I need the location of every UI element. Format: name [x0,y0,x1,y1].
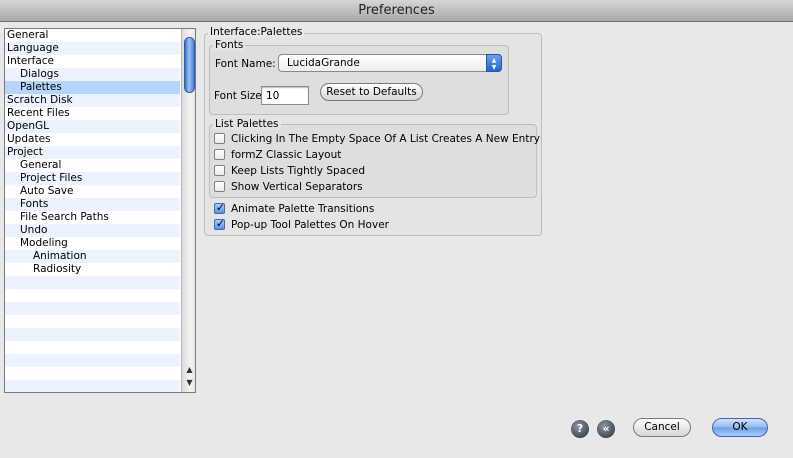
font-size-field[interactable] [261,86,309,105]
reset-to-defaults-button[interactable]: Reset to Defaults [320,83,423,101]
panel-title: Interface:Palettes [208,26,305,38]
sidebar-item[interactable]: OpenGL [5,120,180,133]
checkbox-vertical-separators-label: Show Vertical Separators [231,181,363,193]
checkbox-animate-transitions-label: Animate Palette Transitions [231,203,375,215]
help-icon[interactable]: ? [571,420,589,438]
font-size-label: Font Size [214,90,262,102]
checkbox-new-entry-label: Clicking In The Empty Space Of A List Cr… [231,133,540,145]
ok-button[interactable]: OK [712,418,768,437]
sidebar-item[interactable]: Radiosity [5,263,180,276]
rewind-icon[interactable]: « [597,420,615,438]
list-palettes-group-title: List Palettes [213,118,281,130]
sidebar-item[interactable]: Undo [5,224,180,237]
scrollbar-thumb[interactable] [184,37,195,93]
window-title: Preferences [0,0,793,22]
checkbox-tightly-spaced[interactable] [214,165,225,176]
checkbox-new-entry[interactable] [214,133,225,144]
sidebar-item[interactable]: File Search Paths [5,211,180,224]
checkbox-popup-palettes-label: Pop-up Tool Palettes On Hover [231,219,389,231]
checkbox-tightly-spaced-label: Keep Lists Tightly Spaced [231,165,366,177]
checkbox-vertical-separators[interactable] [214,181,225,192]
sidebar-item[interactable]: Animation [5,250,180,263]
sidebar-item[interactable]: Project [5,146,180,159]
sidebar-item[interactable]: Recent Files [5,107,180,120]
scroll-up-arrow-icon[interactable]: ▲ [182,363,195,376]
category-list-box: General Language Interface Dialogs Palettes S… [4,28,196,393]
sidebar-item[interactable]: Dialogs [5,68,180,81]
sidebar-item[interactable]: General [5,29,180,42]
font-name-label: Font Name: [215,58,276,70]
font-name-select[interactable]: LucidaGrande ▲ ▼ [278,54,502,72]
checkmark-icon: ✓ [215,201,226,214]
updown-arrows-icon: ▲ ▼ [486,54,502,72]
checkbox-classic-layout[interactable] [214,149,225,160]
checkbox-popup-palettes[interactable]: ✓ [214,217,226,230]
scroll-down-arrow-icon[interactable]: ▼ [182,376,195,389]
sidebar-item[interactable]: Language [5,42,180,55]
sidebar-item[interactable]: General [5,159,180,172]
category-list[interactable]: General Language Interface Dialogs Palettes S… [5,29,180,392]
sidebar-item[interactable]: Auto Save [5,185,180,198]
checkmark-icon: ✓ [215,217,226,230]
preferences-content: General Language Interface Dialogs Palettes S… [0,22,793,458]
checkbox-classic-layout-label: formZ Classic Layout [231,149,342,161]
sidebar-item[interactable]: Updates [5,133,180,146]
fonts-group-title: Fonts [213,39,246,51]
checkbox-animate-transitions[interactable]: ✓ [214,201,226,214]
sidebar-item[interactable]: Project Files [5,172,180,185]
sidebar-item[interactable]: Scratch Disk [5,94,180,107]
font-name-value: LucidaGrande [287,57,360,69]
sidebar-item[interactable]: Interface [5,55,180,68]
sidebar-item[interactable]: Modeling [5,237,180,250]
cancel-button[interactable]: Cancel [633,418,691,437]
sidebar-item[interactable]: Palettes [5,81,180,94]
sidebar-item[interactable]: Fonts [5,198,180,211]
list-scrollbar[interactable]: ▲ ▼ [181,29,195,392]
